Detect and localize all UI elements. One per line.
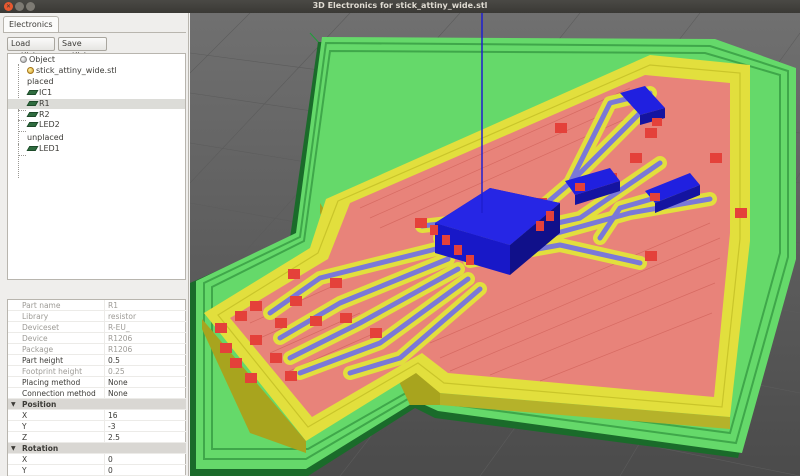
prop-row-connection-method[interactable]: Connection method None (8, 388, 186, 399)
property-table: Part name R1 Library resistor Deviceset R-E… (7, 299, 186, 476)
collapse-triangle-icon[interactable]: ▼ (11, 399, 16, 410)
part-icon (26, 101, 39, 106)
collapse-triangle-icon[interactable]: ▼ (11, 443, 16, 454)
tree-connector (18, 131, 26, 132)
tree-node-placed[interactable]: placed (27, 77, 54, 87)
prop-group-rotation[interactable]: ▼ Rotation (8, 443, 186, 454)
part-icon (26, 112, 39, 117)
pcb-3d-render (190, 13, 800, 476)
prop-row-package: Package R1206 (8, 344, 186, 355)
tree-node-label: stick_attiny_wide.stl (36, 66, 117, 75)
tree-node-led1[interactable]: LED1 (26, 144, 60, 154)
prop-row-position-x[interactable]: X 16 (8, 410, 186, 421)
object-icon (20, 56, 27, 63)
part-icon (26, 122, 39, 127)
prop-row-rotation-y[interactable]: Y0 (8, 465, 186, 476)
tree-node-label: LED2 (39, 120, 60, 129)
tree-node-label: placed (27, 77, 54, 86)
prop-row-footprint-height: Footprint height 0.25 (8, 366, 186, 377)
tree-connector (18, 155, 26, 156)
prop-row-rotation-x[interactable]: X0 (8, 454, 186, 465)
tree-node-stl[interactable]: stick_attiny_wide.stl (27, 66, 117, 76)
tree-node-label: Object (29, 55, 56, 64)
object-tree[interactable]: Object stick_attiny_wide.stl placed IC1 … (7, 53, 186, 280)
tree-node-r2[interactable]: R2 (26, 110, 50, 120)
tree-node-label: LED1 (39, 144, 60, 153)
prop-row-part-name: Part name R1 (8, 300, 186, 311)
tree-node-object[interactable]: Object (20, 55, 55, 65)
tree-node-led2[interactable]: LED2 (26, 120, 60, 130)
tree-connector (18, 120, 26, 121)
tree-node-ic1[interactable]: IC1 (26, 88, 53, 98)
3d-viewport[interactable] (190, 13, 800, 476)
window-title: 3D Electronics for stick_attiny_wide.stl (312, 1, 488, 10)
prop-row-deviceset: Deviceset R-EU_ (8, 322, 186, 333)
prop-row-device: Device R1206 (8, 333, 186, 344)
electronics-panel: Electronics Load netlist Save netlist Ob… (0, 13, 189, 476)
part-icon (26, 90, 39, 95)
prop-row-placing-method[interactable]: Placing method None (8, 377, 186, 388)
title-bar: ✕ 3D Electronics for stick_attiny_wide.s… (0, 0, 800, 13)
tree-node-r1[interactable]: R1 (8, 99, 185, 109)
tree-node-label: R2 (39, 110, 50, 119)
prop-row-library: Library resistor (8, 311, 186, 322)
prop-row-position-y[interactable]: Y -3 (8, 421, 186, 432)
tab-electronics[interactable]: Electronics (3, 16, 59, 33)
prop-group-position[interactable]: ▼ Position (8, 399, 186, 410)
load-netlist-button[interactable]: Load netlist (7, 37, 55, 60)
tree-node-label: R1 (39, 99, 50, 108)
stl-mesh-icon (27, 67, 34, 74)
prop-row-position-z[interactable]: Z 2.5 (8, 432, 186, 443)
tree-node-label: IC1 (39, 88, 53, 97)
prop-row-part-height[interactable]: Part height 0.5 (8, 355, 186, 366)
tab-pane: Load netlist Save netlist Object stick_a… (3, 32, 186, 476)
tree-node-unplaced[interactable]: unplaced (27, 133, 64, 143)
tree-connector (18, 110, 26, 111)
tree-connector (18, 144, 19, 178)
part-icon (26, 146, 39, 151)
tree-node-label: unplaced (27, 133, 64, 142)
save-netlist-button[interactable]: Save netlist (58, 37, 107, 60)
